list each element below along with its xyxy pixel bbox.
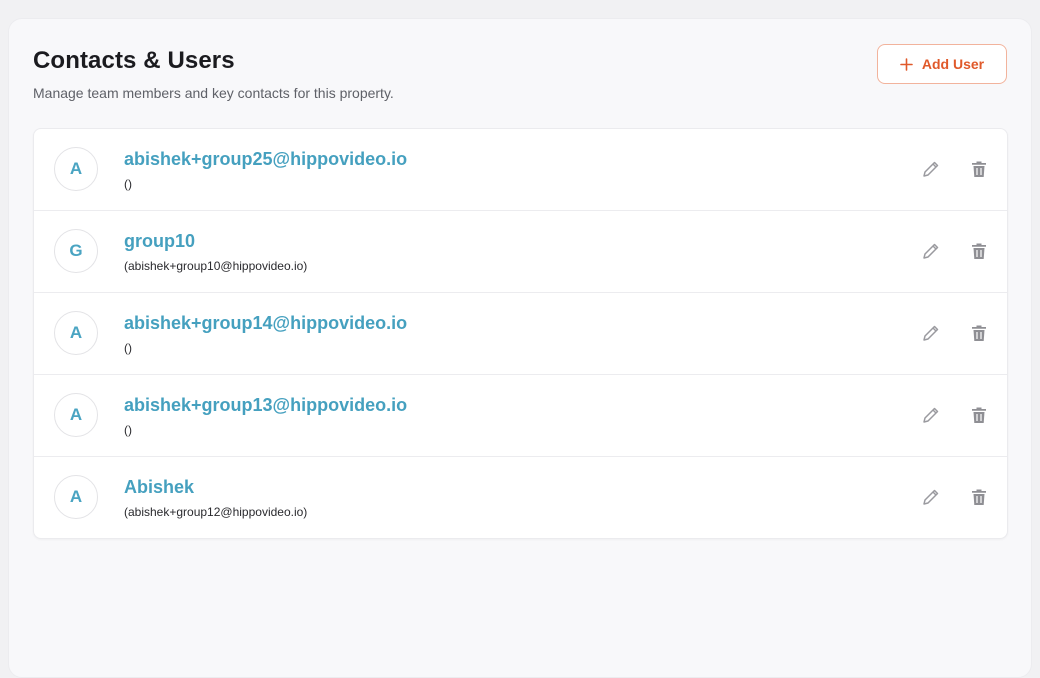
edit-button[interactable] xyxy=(920,404,942,426)
edit-button[interactable] xyxy=(920,322,942,344)
delete-button[interactable] xyxy=(968,322,990,344)
user-list: A abishek+group25@hippovideo.io () G gro… xyxy=(33,128,1008,539)
panel-header: Contacts & Users Manage team members and… xyxy=(33,44,1007,105)
page-subtitle: Manage team members and key contacts for… xyxy=(33,85,394,101)
pencil-icon xyxy=(923,407,939,423)
user-name-link[interactable]: Abishek xyxy=(124,476,194,498)
contacts-panel: Contacts & Users Manage team members and… xyxy=(8,18,1032,678)
list-item: A abishek+group14@hippovideo.io () xyxy=(34,293,1007,375)
delete-button[interactable] xyxy=(968,240,990,262)
trash-icon xyxy=(972,407,986,423)
edit-button[interactable] xyxy=(920,158,942,180)
list-item: G group10 (abishek+group10@hippovideo.io… xyxy=(34,211,1007,293)
avatar: A xyxy=(54,147,98,191)
delete-button[interactable] xyxy=(968,486,990,508)
list-item: A Abishek (abishek+group12@hippovideo.io… xyxy=(34,457,1007,538)
user-detail: () xyxy=(124,177,132,191)
user-name-link[interactable]: abishek+group25@hippovideo.io xyxy=(124,148,407,170)
trash-icon xyxy=(972,243,986,259)
edit-button[interactable] xyxy=(920,486,942,508)
user-detail: () xyxy=(124,423,132,437)
avatar: A xyxy=(54,393,98,437)
user-name-link[interactable]: abishek+group13@hippovideo.io xyxy=(124,394,407,416)
pencil-icon xyxy=(923,325,939,341)
user-detail: () xyxy=(124,341,132,355)
pencil-icon xyxy=(923,489,939,505)
delete-button[interactable] xyxy=(968,404,990,426)
user-detail: (abishek+group10@hippovideo.io) xyxy=(124,259,308,273)
list-item: A abishek+group13@hippovideo.io () xyxy=(34,375,1007,457)
user-name-link[interactable]: group10 xyxy=(124,230,195,252)
user-detail: (abishek+group12@hippovideo.io) xyxy=(124,505,308,519)
delete-button[interactable] xyxy=(968,158,990,180)
pencil-icon xyxy=(923,243,939,259)
add-user-button[interactable]: Add User xyxy=(877,44,1007,84)
user-name-link[interactable]: abishek+group14@hippovideo.io xyxy=(124,312,407,334)
avatar: A xyxy=(54,311,98,355)
plus-icon xyxy=(900,57,913,71)
edit-button[interactable] xyxy=(920,240,942,262)
trash-icon xyxy=(972,161,986,177)
page-title: Contacts & Users xyxy=(33,47,235,74)
avatar: G xyxy=(54,229,98,273)
pencil-icon xyxy=(923,161,939,177)
list-item: A abishek+group25@hippovideo.io () xyxy=(34,129,1007,211)
trash-icon xyxy=(972,489,986,505)
avatar: A xyxy=(54,475,98,519)
trash-icon xyxy=(972,325,986,341)
add-user-label: Add User xyxy=(921,56,985,72)
